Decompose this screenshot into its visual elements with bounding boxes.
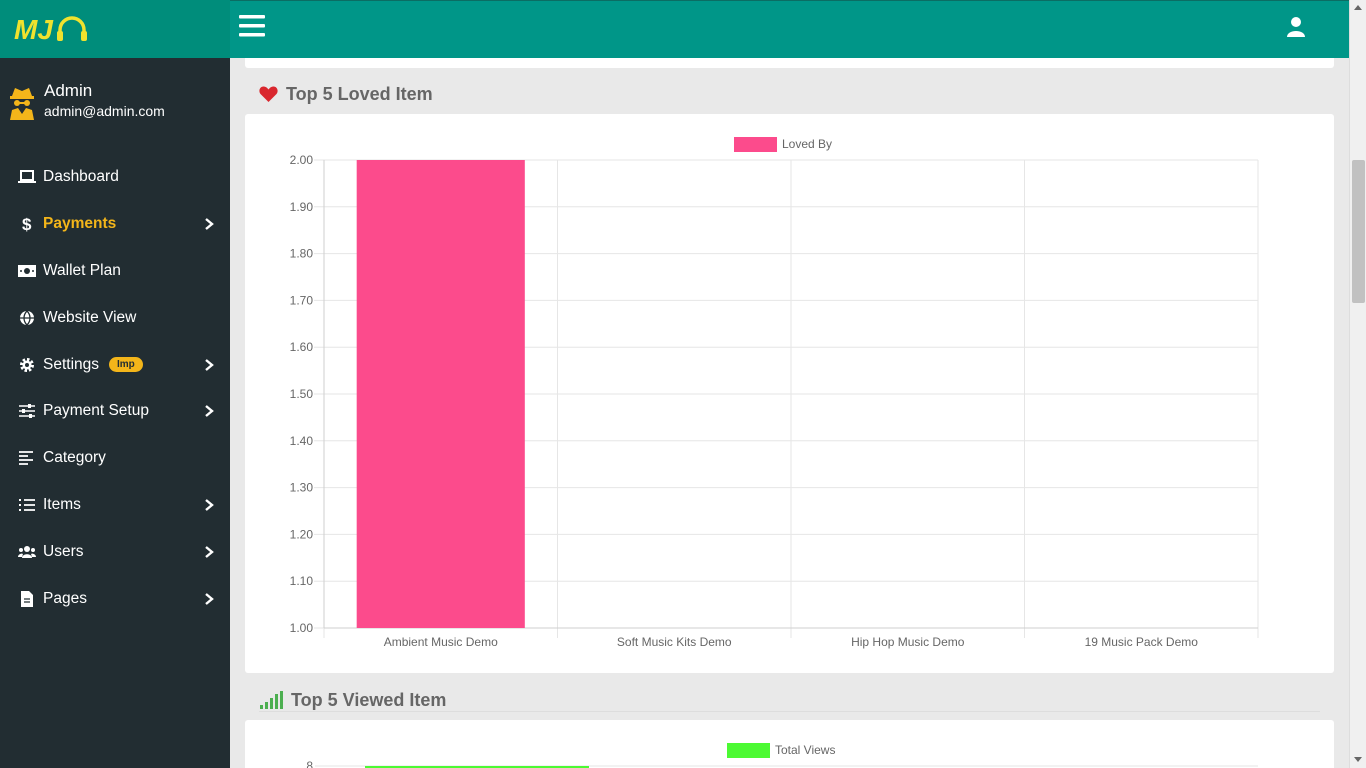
top-header [230, 0, 1349, 58]
sidebar: MJ Admin admin@admin.com Dashboard $ Pay… [0, 0, 230, 768]
file-icon [18, 590, 36, 608]
y-tick-label: 1.80 [290, 247, 314, 261]
page-scrollbar[interactable] [1349, 0, 1366, 768]
user-email: admin@admin.com [44, 103, 165, 119]
sidebar-item-wallet-plan[interactable]: Wallet Plan [0, 248, 230, 295]
chevron-right-icon [205, 499, 214, 511]
spy-avatar-icon [10, 88, 34, 120]
sidebar-item-label: Category [43, 449, 106, 467]
dollar-icon: $ [18, 215, 36, 233]
scroll-thumb[interactable] [1352, 160, 1365, 303]
sidebar-item-label: Wallet Plan [43, 261, 121, 279]
chevron-right-icon [205, 218, 214, 231]
section-divider [259, 711, 1320, 712]
x-tick-label: Soft Music Kits Demo [617, 635, 732, 649]
imp-badge: Imp [109, 357, 143, 373]
y-tick-label: 1.70 [290, 293, 314, 307]
sidebar-item-items[interactable]: Items [0, 482, 230, 529]
y-tick-label: 1.10 [290, 574, 314, 588]
loved-section-title: Top 5 Loved Item [259, 83, 433, 105]
chevron-right-icon [205, 545, 214, 558]
section-title-text: Top 5 Loved Item [286, 83, 433, 104]
y-tick-label: 1.50 [290, 387, 314, 401]
viewed-chart-panel: Total Views 8 [245, 720, 1334, 768]
sidebar-item-label: Dashboard [43, 168, 119, 186]
sidebar-item-label: Pages [43, 589, 87, 607]
brand-bar: MJ [0, 0, 230, 58]
sidebar-item-payments[interactable]: $ Payments [0, 201, 230, 248]
align-left-icon [18, 449, 36, 467]
logo-text: MJ [14, 14, 54, 44]
sidebar-item-dashboard[interactable]: Dashboard [0, 154, 230, 201]
chevron-right-icon [205, 358, 214, 371]
y-tick-label: 1.30 [290, 481, 314, 495]
sidebar-item-label: Website View [43, 308, 137, 326]
y-tick-label: 2.00 [290, 153, 314, 167]
user-name: Admin [44, 81, 93, 100]
laptop-icon [18, 168, 36, 186]
chart-legend: Total Views [727, 743, 835, 758]
y-tick-label: 8 [306, 759, 313, 768]
scroll-down-arrow[interactable] [1354, 757, 1362, 762]
loved-items-bar-chart: Loved By 2.00 1.90 1.80 1.70 1.60 1.50 1.40 1.30… [290, 137, 1259, 649]
sidebar-item-payment-setup[interactable]: Payment Setup [0, 388, 230, 435]
loved-chart-panel: Loved By 2.00 1.90 1.80 1.70 1.60 1.50 1.40 1.30… [245, 114, 1334, 673]
signal-bars-icon [260, 691, 283, 709]
sidebar-item-label: Payments [43, 215, 117, 233]
user-panel: Admin admin@admin.com [8, 80, 165, 120]
chevron-right-icon [205, 405, 214, 418]
y-tick-label: 1.40 [290, 434, 314, 448]
sidebar-item-users[interactable]: Users [0, 528, 230, 575]
money-bill-icon [18, 262, 36, 280]
heart-icon [259, 85, 278, 103]
y-tick-label: 1.90 [290, 200, 314, 214]
x-tick-label: Hip Hop Music Demo [851, 635, 965, 649]
users-icon [18, 543, 36, 561]
legend-label: Total Views [775, 743, 835, 757]
sidebar-item-label: Users [43, 542, 84, 560]
bar [356, 160, 525, 628]
legend-label: Loved By [782, 137, 832, 151]
globe-icon [18, 309, 36, 327]
sidebar-item-label: Items [43, 495, 81, 513]
sliders-icon [18, 402, 36, 420]
y-tick-label: 1.00 [290, 621, 314, 635]
viewed-section-title: Top 5 Viewed Item [260, 689, 446, 711]
list-ol-icon [18, 496, 36, 514]
legend-swatch [727, 743, 770, 758]
sidebar-item-website-view[interactable]: Website View [0, 294, 230, 341]
scroll-up-arrow[interactable] [1354, 5, 1362, 10]
y-tick-label: 1.60 [290, 340, 314, 354]
sidebar-item-label: Payment Setup [43, 402, 149, 420]
section-title-text: Top 5 Viewed Item [291, 689, 447, 710]
sidebar-item-settings[interactable]: Settings Imp [0, 341, 230, 388]
user-account-icon[interactable] [1286, 16, 1306, 38]
legend-swatch [734, 137, 777, 152]
sidebar-item-pages[interactable]: Pages [0, 575, 230, 622]
x-tick-label: Ambient Music Demo [384, 635, 498, 649]
chart-legend: Loved By [734, 137, 832, 152]
sidebar-item-category[interactable]: Category [0, 435, 230, 482]
previous-panel-edge [245, 58, 1334, 68]
gear-icon [18, 356, 36, 374]
hamburger-menu-icon[interactable] [239, 14, 265, 38]
y-tick-label: 1.20 [290, 527, 314, 541]
sidebar-menu: Dashboard $ Payments Wallet Plan Website… [0, 154, 230, 622]
brand-logo[interactable]: MJ [14, 14, 90, 44]
x-tick-label: 19 Music Pack Demo [1085, 635, 1199, 649]
sidebar-item-label: Settings [43, 355, 100, 373]
chevron-right-icon [205, 592, 214, 605]
viewed-items-bar-chart: Total Views 8 [306, 743, 1258, 768]
svg-text:$: $ [22, 215, 32, 233]
